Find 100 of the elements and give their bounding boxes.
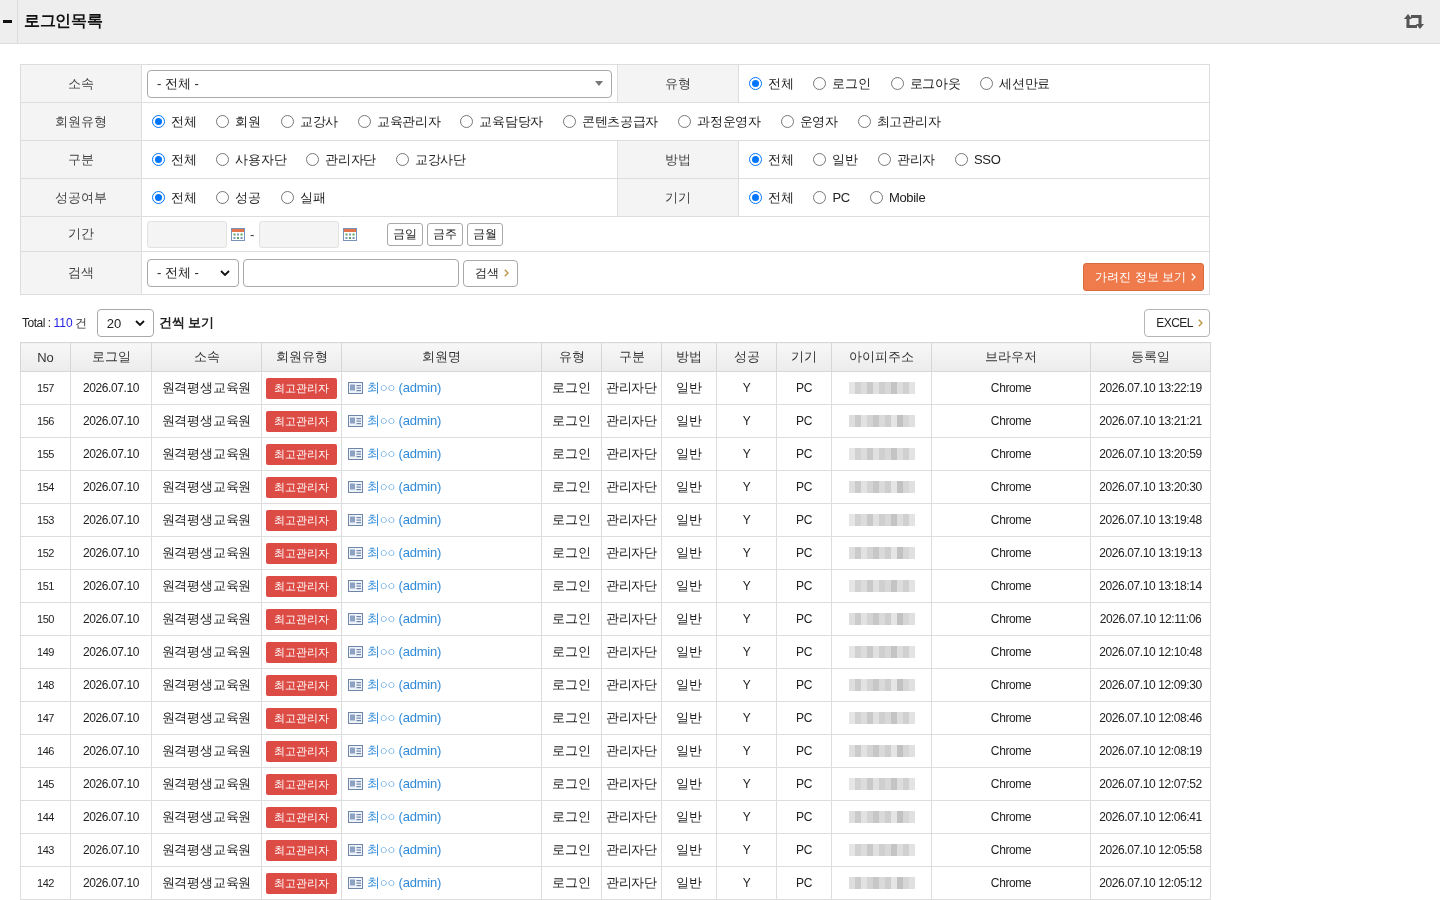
date-preset-button[interactable]: 금일: [387, 222, 424, 246]
member-link[interactable]: 최○○ (admin): [367, 544, 442, 562]
member-link[interactable]: 최○○ (admin): [367, 841, 442, 859]
radio-button[interactable]: [890, 77, 904, 90]
radio-button[interactable]: [780, 115, 794, 128]
page-size-select[interactable]: 20: [96, 309, 154, 337]
member-link[interactable]: 최○○ (admin): [367, 445, 442, 463]
search-button[interactable]: 검색: [463, 259, 518, 287]
member-link[interactable]: 최○○ (admin): [367, 709, 442, 727]
date-preset-button[interactable]: 금주: [427, 222, 464, 246]
refresh-icon[interactable]: [1403, 13, 1425, 30]
radio-label: 사용자단: [235, 150, 287, 169]
table-cell: Chrome: [931, 701, 1091, 735]
pixelated-ip-placeholder: [848, 547, 915, 559]
radio-button[interactable]: [357, 115, 371, 128]
radio-button[interactable]: [954, 153, 968, 166]
radio-button[interactable]: [813, 77, 827, 90]
column-header: 등록일: [1090, 342, 1211, 372]
table-cell: 관리자단: [601, 371, 662, 405]
radio-button[interactable]: [306, 153, 320, 166]
radio-button[interactable]: [813, 153, 827, 166]
radio-button[interactable]: [869, 191, 883, 204]
radio-button[interactable]: [280, 115, 294, 128]
table-cell: 일반: [661, 602, 717, 636]
pixelated-ip-placeholder: [848, 712, 915, 724]
role-badge: 최고관리자: [266, 773, 337, 795]
table-cell: 일반: [661, 536, 717, 570]
filter-label: 방법: [618, 141, 738, 178]
table-cell: 143: [20, 833, 71, 867]
radio-label: 관리자단: [325, 150, 377, 169]
member-link[interactable]: 최○○ (admin): [367, 379, 442, 397]
radio-button[interactable]: [216, 115, 230, 128]
date-preset-button[interactable]: 금월: [467, 222, 504, 246]
table-cell: 146: [20, 734, 71, 768]
member-link[interactable]: 최○○ (admin): [367, 808, 442, 826]
table-cell: 142: [20, 866, 71, 900]
radio-button[interactable]: [749, 153, 762, 166]
radio-button[interactable]: [749, 191, 762, 204]
radio-button[interactable]: [152, 115, 165, 128]
radio-button[interactable]: [562, 115, 576, 128]
column-header: 구분: [601, 342, 662, 372]
table-cell: Y: [716, 470, 777, 504]
table-cell: 원격평생교육원: [151, 470, 262, 504]
table-cell: Chrome: [931, 536, 1091, 570]
radio-label: 전체: [768, 74, 794, 93]
role-badge: 최고관리자: [266, 476, 337, 498]
id-card-icon: [348, 712, 363, 724]
member-link[interactable]: 최○○ (admin): [367, 874, 442, 892]
member-link[interactable]: 최○○ (admin): [367, 676, 442, 694]
table-cell: Chrome: [931, 800, 1091, 834]
excel-export-button[interactable]: EXCEL: [1144, 309, 1210, 337]
radio-button[interactable]: [857, 115, 871, 128]
table-cell: 로그인: [541, 569, 602, 603]
start-date-field[interactable]: [147, 220, 227, 248]
table-cell: 로그인: [541, 668, 602, 702]
role-badge: 최고관리자: [266, 608, 337, 630]
radio-button[interactable]: [813, 191, 827, 204]
member-link[interactable]: 최○○ (admin): [367, 775, 442, 793]
search-field[interactable]: [243, 259, 459, 287]
end-date-field[interactable]: [259, 220, 340, 248]
column-header: 기기: [776, 342, 832, 372]
role-badge: 최고관리자: [266, 443, 337, 465]
filter-label: 유형: [618, 65, 738, 102]
radio-button[interactable]: [396, 153, 410, 166]
member-link[interactable]: 최○○ (admin): [367, 412, 442, 430]
radio-button[interactable]: [678, 115, 692, 128]
table-cell: 로그인: [541, 866, 602, 900]
table-cell: 관리자단: [601, 767, 662, 801]
table-cell: 2026.07.10: [70, 569, 152, 603]
radio-button[interactable]: [877, 153, 891, 166]
radio-button[interactable]: [280, 191, 294, 204]
radio-button[interactable]: [460, 115, 474, 128]
member-link[interactable]: 최○○ (admin): [367, 511, 442, 529]
table-cell: 157: [20, 371, 71, 405]
member-link[interactable]: 최○○ (admin): [367, 610, 442, 628]
radio-button[interactable]: [152, 153, 165, 166]
member-link[interactable]: 최○○ (admin): [367, 643, 442, 661]
filter-label: 기기: [618, 179, 738, 216]
radio-button[interactable]: [749, 77, 762, 90]
radio-button[interactable]: [152, 191, 165, 204]
id-card-icon: [348, 448, 363, 460]
radio-button[interactable]: [216, 191, 230, 204]
show-hidden-info-button[interactable]: 가려진 정보 보기: [1083, 263, 1204, 291]
table-cell: Y: [716, 536, 777, 570]
member-link[interactable]: 최○○ (admin): [367, 577, 442, 595]
table-cell: PC: [776, 701, 832, 735]
search-scope-select[interactable]: - 전체 -: [147, 259, 239, 287]
table-cell: Y: [716, 734, 777, 768]
table-cell: 2026.07.10 13:19:48: [1090, 503, 1211, 537]
table-cell: 로그인: [541, 371, 602, 405]
radio-button[interactable]: [216, 153, 230, 166]
member-link[interactable]: 최○○ (admin): [367, 478, 442, 496]
column-header: 회원명: [341, 342, 542, 372]
member-link[interactable]: 최○○ (admin): [367, 742, 442, 760]
id-card-icon: [348, 745, 363, 757]
radio-button[interactable]: [980, 77, 994, 90]
table-cell: 144: [20, 800, 71, 834]
table-cell: PC: [776, 437, 832, 471]
radio-label: 운영자: [799, 112, 838, 131]
affiliation-select[interactable]: - 전체 -: [147, 69, 612, 98]
